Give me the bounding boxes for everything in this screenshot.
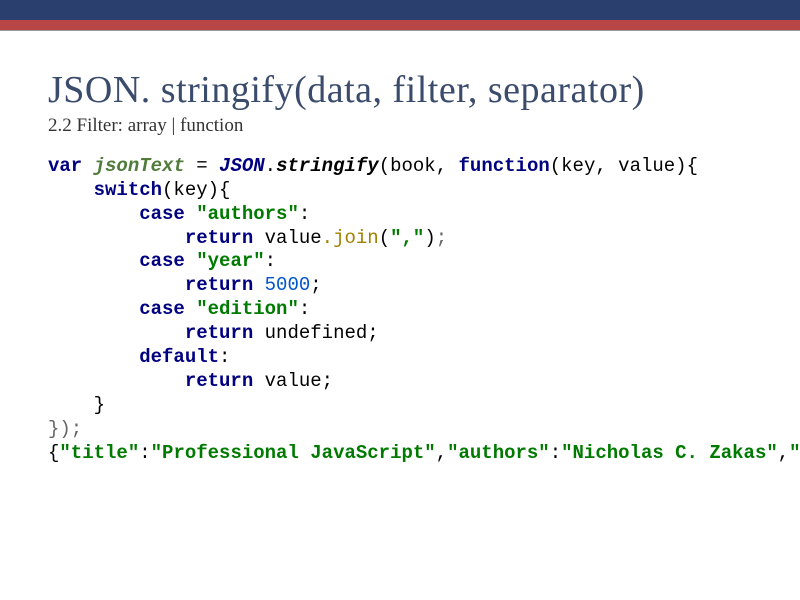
code-token: stringify [276,155,379,177]
code-token: : [299,298,310,320]
code-token: (key, value){ [550,155,698,177]
code-token [48,370,185,392]
code-token: "," [390,227,424,249]
code-token: "title" [59,442,139,464]
code-token: undefined; [253,322,378,344]
code-token: ) [424,227,435,249]
code-token [48,298,139,320]
code-token: function [459,155,550,177]
code-token: default [139,346,219,368]
code-token: "year" [789,442,800,464]
code-token: (book, [379,155,459,177]
code-token: return [185,227,253,249]
code-token [185,298,196,320]
code-token: }); [48,418,82,440]
code-token [48,250,139,272]
code-token: case [139,203,185,225]
code-token: value; [253,370,333,392]
code-token: "year" [196,250,264,272]
code-token: jsonText [94,155,185,177]
code-token: 5000 [265,274,311,296]
code-token: "edition" [196,298,299,320]
code-token: case [139,298,185,320]
code-token: "Professional JavaScript" [151,442,436,464]
code-token: value [253,227,321,249]
code-token [48,227,185,249]
code-token: , [778,442,789,464]
code-token: "Nicholas C. Zakas" [561,442,778,464]
code-token [48,346,139,368]
code-token: case [139,250,185,272]
code-token: return [185,370,253,392]
code-token: : [550,442,561,464]
header-banner-top [0,0,800,20]
code-block: var jsonText = JSON.stringify(book, func… [48,155,760,466]
code-token [185,203,196,225]
code-token [48,322,185,344]
code-token: switch [94,179,162,201]
code-token: : [139,442,150,464]
code-token: return [185,322,253,344]
code-token: ; [310,274,321,296]
code-token [82,155,93,177]
code-token: } [48,394,105,416]
code-token [48,274,185,296]
code-token: "authors" [447,442,550,464]
code-token: { [48,442,59,464]
code-token: : [219,346,230,368]
code-token: var [48,155,82,177]
code-token: . [265,155,276,177]
code-token [48,203,139,225]
code-token: , [436,442,447,464]
code-token: "authors" [196,203,299,225]
code-token: JSON [219,155,265,177]
code-token: return [185,274,253,296]
code-token [185,250,196,272]
slide-content: JSON. stringify(data, filter, separator)… [0,31,800,466]
code-token [253,274,264,296]
header-banner-accent [0,20,800,30]
code-token: : [299,203,310,225]
slide-subtitle: 2.2 Filter: array | function [48,115,760,137]
code-token: .join [322,227,379,249]
code-token [48,179,94,201]
code-token: (key){ [162,179,230,201]
slide-title: JSON. stringify(data, filter, separator) [48,69,760,113]
code-token: : [265,250,276,272]
code-token: = [185,155,219,177]
code-token: ( [379,227,390,249]
code-token: ; [436,227,447,249]
